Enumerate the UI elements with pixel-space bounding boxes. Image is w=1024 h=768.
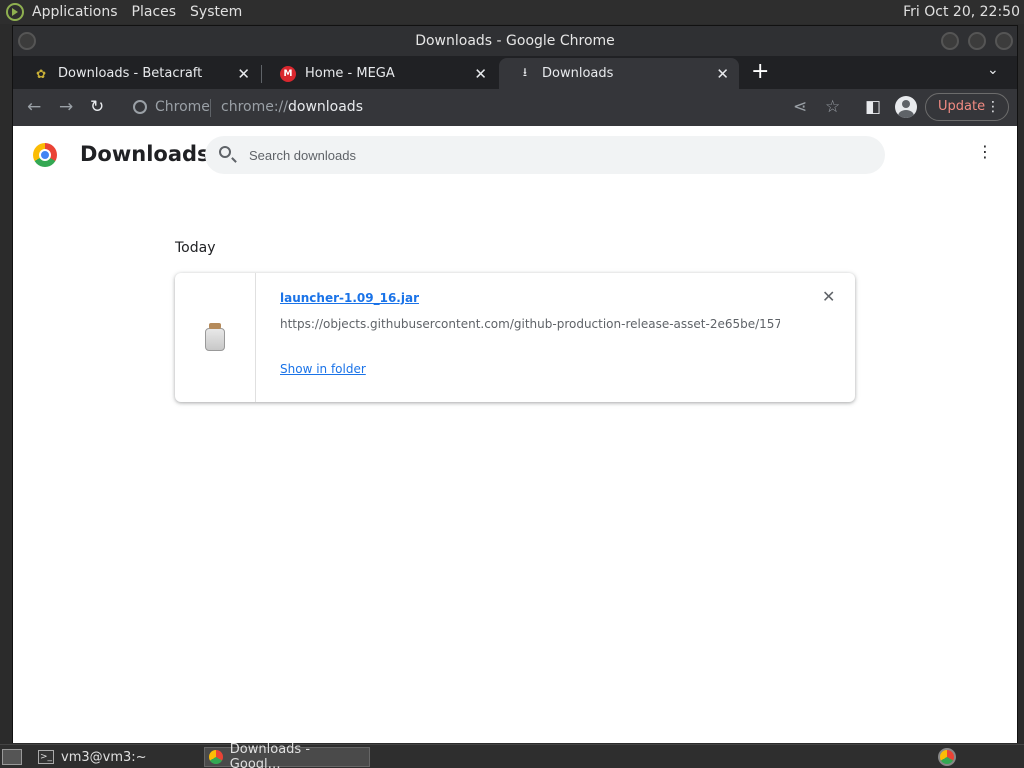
downloads-page: Downloads ⋮ Today launcher-1.09_16.jar h… — [13, 126, 1017, 743]
share-icon[interactable]: ⋖ — [793, 97, 807, 117]
chrome-site-icon[interactable] — [133, 100, 147, 114]
window-titlebar[interactable]: Downloads - Google Chrome — [13, 26, 1017, 56]
url-text[interactable]: chrome://downloads — [221, 99, 363, 115]
url-scheme: chrome:// — [221, 99, 288, 115]
chevron-down-icon[interactable]: ⌄ — [987, 62, 999, 78]
close-icon[interactable]: ✕ — [237, 65, 250, 83]
close-icon[interactable]: ✕ — [822, 289, 835, 305]
more-menu-icon[interactable]: ⋮ — [986, 94, 1000, 120]
tab-strip: ✿ Downloads - Betacraft ✕ M Home - MEGA … — [13, 56, 1017, 89]
back-icon[interactable]: ← — [27, 97, 41, 117]
menu-system[interactable]: System — [190, 4, 242, 20]
maximize-button[interactable] — [968, 32, 986, 50]
side-panel-icon[interactable]: ◧ — [865, 97, 881, 117]
bookmark-star-icon[interactable]: ☆ — [825, 97, 840, 117]
chrome-icon — [209, 750, 223, 764]
menu-places[interactable]: Places — [132, 4, 177, 20]
window-title: Downloads - Google Chrome — [415, 33, 615, 49]
reload-icon[interactable]: ↻ — [90, 97, 104, 117]
tab-mega[interactable]: M Home - MEGA ✕ — [262, 58, 497, 89]
desktop-top-panel: Applications Places System Fri Oct 20, 2… — [0, 0, 1024, 24]
search-icon[interactable] — [219, 146, 231, 158]
forward-icon[interactable]: → — [59, 97, 73, 117]
minimize-button[interactable] — [941, 32, 959, 50]
panel-clock[interactable]: Fri Oct 20, 22:50 — [903, 4, 1020, 20]
update-button[interactable]: Update ⋮ — [925, 93, 1009, 121]
chrome-window: Downloads - Google Chrome ✿ Downloads - … — [12, 25, 1018, 743]
taskbar-item-label: Downloads - Googl… — [229, 742, 311, 768]
distro-logo-icon[interactable] — [6, 3, 24, 21]
window-menu-button[interactable] — [18, 32, 36, 50]
taskbar-item-terminal[interactable]: >_ vm3@vm3:~ — [38, 747, 147, 767]
site-label: Chrome — [155, 99, 210, 115]
profile-avatar[interactable] — [895, 96, 917, 118]
show-in-folder-link[interactable]: Show in folder — [280, 362, 366, 376]
taskbar-item-label: vm3@vm3:~ — [61, 749, 147, 765]
search-input[interactable] — [249, 145, 849, 165]
show-desktop-icon[interactable] — [2, 749, 22, 765]
desktop-taskbar: >_ vm3@vm3:~ Downloads - Googl… — [0, 742, 1024, 768]
update-label: Update — [938, 99, 986, 114]
more-actions-icon[interactable]: ⋮ — [977, 144, 993, 160]
download-filename-link[interactable]: launcher-1.09_16.jar — [280, 291, 419, 305]
tab-title: Home - MEGA — [305, 66, 395, 81]
browser-toolbar: ← → ↻ Chrome chrome://downloads ⋖ ☆ ◧ Up… — [13, 89, 1017, 126]
date-group-header: Today — [175, 240, 216, 256]
new-tab-button[interactable]: + — [751, 61, 769, 83]
tab-title: Downloads - Betacraft — [58, 66, 203, 81]
page-title: Downloads — [80, 142, 210, 166]
jar-file-icon — [205, 323, 225, 351]
close-window-button[interactable] — [995, 32, 1013, 50]
menu-applications[interactable]: Applications — [32, 4, 118, 20]
chrome-logo-icon — [33, 143, 57, 167]
mega-icon: M — [280, 65, 296, 82]
search-box[interactable] — [205, 136, 885, 174]
url-host: downloads — [288, 99, 363, 115]
tab-downloads[interactable]: ⭳ Downloads ✕ — [499, 58, 739, 89]
betacraft-icon: ✿ — [35, 66, 47, 81]
download-source-url: https://objects.githubusercontent.com/gi… — [280, 317, 780, 331]
download-icon: ⭳ — [522, 65, 528, 79]
close-icon[interactable]: ✕ — [716, 65, 729, 83]
close-icon[interactable]: ✕ — [474, 65, 487, 83]
tab-title: Downloads — [542, 66, 614, 81]
file-icon-area — [175, 273, 256, 402]
omnibox-divider — [210, 99, 211, 117]
taskbar-item-chrome[interactable]: Downloads - Googl… — [204, 742, 370, 768]
tray-chrome-icon[interactable] — [938, 748, 956, 766]
address-bar[interactable]: Chrome chrome://downloads — [125, 93, 885, 122]
terminal-icon: >_ — [38, 750, 54, 764]
tab-betacraft[interactable]: ✿ Downloads - Betacraft ✕ — [15, 58, 260, 89]
download-item-card: launcher-1.09_16.jar https://objects.git… — [175, 273, 855, 402]
